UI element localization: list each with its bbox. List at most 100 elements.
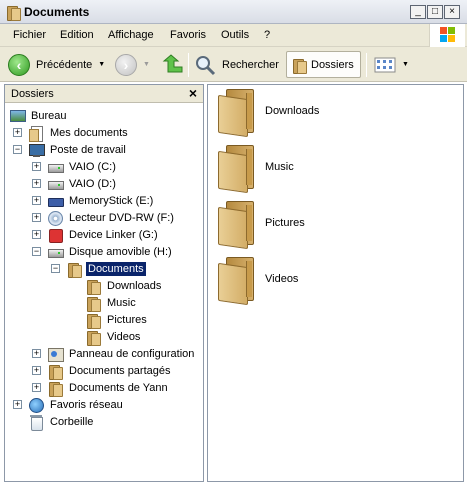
toolbar-separator [188,53,189,77]
folder-icon[interactable] [216,257,260,306]
close-button[interactable]: × [444,5,460,19]
forward-button[interactable]: › ▼ [115,51,150,78]
collapse-icon[interactable]: − [32,247,41,256]
chevron-down-icon[interactable]: ▼ [143,61,150,68]
tree-item-label: Poste de travail [50,143,126,156]
folders-pane: Dossiers × Bureau + Mes documents − Post… [4,84,204,482]
tree-item-label: Pictures [107,313,147,326]
back-label: Précédente [36,58,93,71]
removable-disk-icon [47,244,64,260]
search-button[interactable]: Rechercher [194,51,279,78]
tree-item-label: Lecteur DVD-RW (F:) [69,211,174,224]
my-documents-icon [28,125,44,142]
tree-item[interactable]: Corbeille [28,413,95,431]
tree-item-label: Documents partagés [69,364,171,377]
menu-affichage[interactable]: Affichage [108,29,154,41]
tree-item[interactable]: Disque amovible (H:) [47,243,174,260]
drive-icon [47,159,64,175]
chevron-down-icon[interactable]: ▼ [98,61,105,68]
expand-icon[interactable]: + [32,230,41,239]
tree-item-label: VAIO (D:) [69,177,116,190]
expand-icon[interactable]: + [32,383,41,392]
tree-item-label: Panneau de configuration [69,347,195,360]
tree-item[interactable]: Bureau [9,107,68,124]
tree-item[interactable]: Documents partagés [47,362,173,380]
folder-icon [47,380,63,397]
tree-item-label: Documents de Yann [69,381,168,394]
expand-icon[interactable]: + [13,128,22,137]
folder-icon [85,295,101,312]
toolbar-separator [366,53,367,77]
tree-item[interactable]: VAIO (D:) [47,175,118,192]
collapse-icon[interactable]: − [51,264,60,273]
tree-item[interactable]: Music [85,294,138,312]
view-grid-icon [374,57,396,72]
close-icon[interactable]: × [189,85,197,101]
tree-item-label: Disque amovible (H:) [69,245,172,258]
folder-icon[interactable] [216,89,260,138]
folder-label[interactable]: Music [265,161,294,173]
folder-icon [47,363,63,380]
expand-icon[interactable]: + [32,162,41,171]
expand-icon[interactable]: + [32,179,41,188]
drive-icon [47,176,64,192]
search-icon [196,55,216,75]
minimize-button[interactable]: _ [410,5,426,19]
tree-item-label: Favoris réseau [50,398,123,411]
tree-item[interactable]: Mes documents [28,124,130,142]
expand-icon[interactable]: + [32,196,41,205]
folder-icon [85,312,101,329]
forward-arrow-icon: › [115,53,137,76]
back-button[interactable]: ‹ Précédente ▼ [8,51,105,78]
folder-icon[interactable] [216,145,260,194]
collapse-icon[interactable]: − [13,145,22,154]
chevron-down-icon[interactable]: ▼ [402,61,409,68]
up-arrow-icon [162,53,183,72]
maximize-button[interactable]: □ [427,5,443,19]
expand-icon[interactable]: + [32,366,41,375]
folder-icon [5,4,21,21]
folder-icon [291,57,307,74]
title-bar: Documents _ □ × [0,0,467,24]
tree-item-label: Videos [107,330,141,343]
menu-fichier[interactable]: Fichier [13,29,46,41]
expand-icon[interactable]: + [32,349,41,358]
tree-item[interactable]: Device Linker (G:) [47,226,160,243]
menu-outils[interactable]: Outils [221,29,249,41]
up-folder-button[interactable] [162,51,184,78]
folders-pane-header: Dossiers × [5,85,203,103]
tree-item[interactable]: Favoris réseau [28,396,125,413]
folders-button[interactable]: Dossiers [286,51,361,78]
tree-item[interactable]: Videos [85,328,142,346]
control-panel-icon [47,346,64,362]
menu-favoris[interactable]: Favoris [170,29,206,41]
menu-help[interactable]: ? [264,29,270,41]
folders-pane-title: Dossiers [11,88,54,100]
device-icon [47,227,63,243]
tree-item[interactable]: Poste de travail [28,141,128,158]
folder-label[interactable]: Downloads [265,105,319,117]
menu-bar: Fichier Edition Affichage Favoris Outils… [0,24,467,47]
tree-item[interactable]: MemoryStick (E:) [47,192,155,209]
tree-item-label: Corbeille [50,415,94,428]
computer-icon [28,142,45,158]
memory-stick-icon [47,193,64,209]
tree-item[interactable]: Documents de Yann [47,379,170,397]
dvd-icon [47,210,63,226]
expand-icon[interactable]: + [32,213,41,222]
views-button[interactable]: ▼ [374,51,409,78]
tree-item[interactable]: Pictures [85,311,149,329]
tree-item[interactable]: VAIO (C:) [47,158,118,175]
expand-icon[interactable]: + [13,400,22,409]
tree-item[interactable]: Downloads [85,277,163,295]
tree-item-selected[interactable]: Documents [66,260,146,278]
tree-item[interactable]: Panneau de configuration [47,345,196,362]
folder-label[interactable]: Videos [265,273,298,285]
folder-label[interactable]: Pictures [265,217,305,229]
search-label: Rechercher [222,58,279,71]
contents-pane: Downloads Music Pictures Videos [207,84,464,482]
menu-edition[interactable]: Edition [60,29,94,41]
folder-icon[interactable] [216,201,260,250]
tree-item[interactable]: Lecteur DVD-RW (F:) [47,209,176,226]
toolbar: ‹ Précédente ▼ › ▼ Rechercher Dossiers ▼ [0,47,467,82]
